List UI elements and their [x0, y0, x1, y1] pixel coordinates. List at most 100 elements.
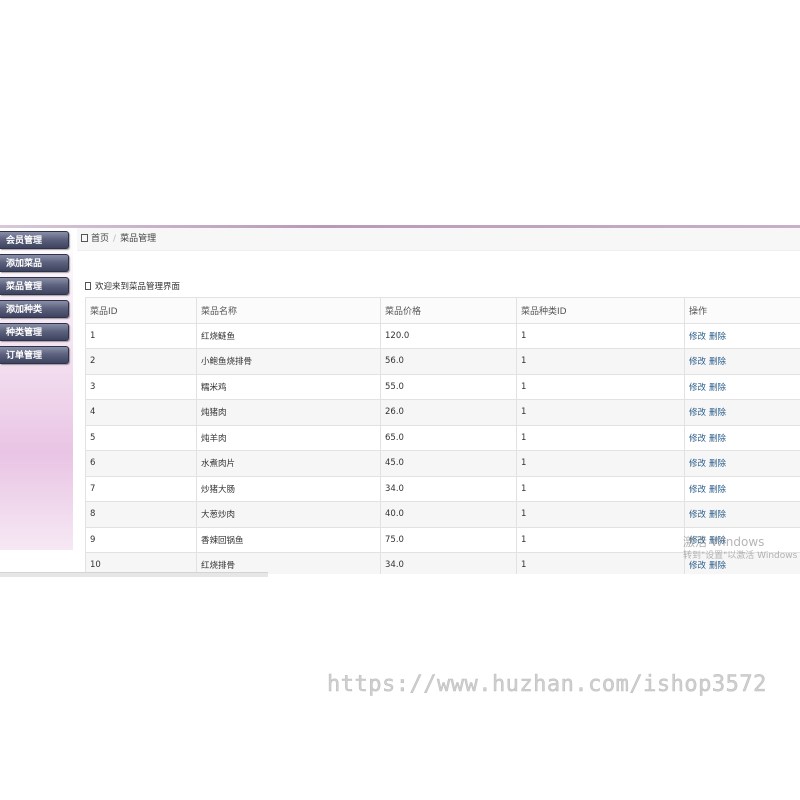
cell-dish-name: 炒猪大肠: [196, 475, 381, 502]
cell-actions: 修改 删除: [684, 475, 800, 502]
delete-link[interactable]: 删除: [709, 357, 726, 367]
windows-activation-notice: 激活 Windows 转到"设置"以激活 Windows: [683, 535, 797, 563]
sidebar-item-add-dish[interactable]: 添加菜品: [0, 254, 69, 272]
column-header-category-id: 菜品种类ID: [516, 297, 685, 324]
table-row: 1 红烧鲢鱼 120.0 1 修改 删除: [85, 322, 800, 349]
cell-dish-id: 2: [85, 348, 197, 375]
cell-actions: 修改 删除: [684, 348, 800, 375]
table-row: 5 炖羊肉 65.0 1 修改 删除: [85, 424, 800, 451]
cell-dish-id: 6: [85, 450, 197, 477]
edit-link[interactable]: 修改: [689, 485, 706, 495]
delete-link[interactable]: 删除: [709, 383, 726, 393]
breadcrumb-home-link[interactable]: 首页: [91, 234, 109, 244]
sidebar-item-order-management[interactable]: 订单管理: [0, 346, 69, 364]
table-row: 4 炖猪肉 26.0 1 修改 删除: [85, 399, 800, 426]
edit-link[interactable]: 修改: [689, 357, 706, 367]
breadcrumb-separator: /: [113, 234, 117, 244]
column-header-dish-price: 菜品价格: [380, 297, 517, 324]
cell-dish-name: 红烧排骨: [196, 552, 381, 574]
column-header-dish-id: 菜品ID: [85, 297, 197, 324]
cell-dish-name: 糯米鸡: [196, 373, 381, 400]
cell-dish-price: 65.0: [380, 424, 517, 451]
cell-actions: 修改 删除: [684, 450, 800, 477]
cell-dish-id: 5: [85, 424, 197, 451]
cell-actions: 修改 删除: [684, 501, 800, 528]
cell-dish-price: 56.0: [380, 348, 517, 375]
cell-dish-price: 34.0: [380, 475, 517, 502]
cell-dish-id: 1: [85, 322, 197, 349]
cell-dish-id: 4: [85, 399, 197, 426]
cell-dish-name: 香辣回锅鱼: [196, 526, 381, 553]
cell-category-id: 1: [516, 322, 685, 349]
cell-dish-name: 小鲍鱼烧排骨: [196, 348, 381, 375]
cell-category-id: 1: [516, 424, 685, 451]
delete-link[interactable]: 删除: [709, 434, 726, 444]
cell-actions: 修改 删除: [684, 373, 800, 400]
edit-link[interactable]: 修改: [689, 459, 706, 469]
sidebar: 会员管理 添加菜品 菜品管理 添加种类 种类管理 订单管理: [0, 228, 73, 550]
screenshot: 会员管理 添加菜品 菜品管理 添加种类 种类管理 订单管理 首页 / 菜品管理 欢迎…: [0, 0, 800, 800]
delete-link[interactable]: 删除: [709, 510, 726, 520]
cell-dish-name: 水煮肉片: [196, 450, 381, 477]
column-header-dish-name: 菜品名称: [196, 297, 381, 324]
cell-category-id: 1: [516, 552, 685, 574]
cell-dish-id: 8: [85, 501, 197, 528]
delete-link[interactable]: 删除: [709, 332, 726, 342]
edit-link[interactable]: 修改: [689, 383, 706, 393]
main-content: 首页 / 菜品管理 欢迎来到菜品管理界面 菜品ID 菜品名称 菜品价格 菜品种类ID…: [73, 228, 800, 574]
cell-dish-name: 炖猪肉: [196, 399, 381, 426]
breadcrumb: 首页 / 菜品管理: [77, 228, 800, 251]
cell-actions: 修改 删除: [684, 322, 800, 349]
edit-link[interactable]: 修改: [689, 408, 706, 418]
sidebar-item-dish-management[interactable]: 菜品管理: [0, 277, 69, 295]
edit-link[interactable]: 修改: [689, 332, 706, 342]
table-row: 7 炒猪大肠 34.0 1 修改 删除: [85, 475, 800, 502]
cell-dish-price: 120.0: [380, 322, 517, 349]
cell-dish-price: 45.0: [380, 450, 517, 477]
edit-link[interactable]: 修改: [689, 510, 706, 520]
cell-dish-id: 7: [85, 475, 197, 502]
table-header-row: 菜品ID 菜品名称 菜品价格 菜品种类ID 操作: [85, 297, 800, 324]
delete-link[interactable]: 删除: [709, 459, 726, 469]
column-header-actions: 操作: [684, 297, 800, 324]
delete-link[interactable]: 删除: [709, 485, 726, 495]
cell-dish-price: 34.0: [380, 552, 517, 574]
cell-dish-id: 10: [85, 552, 197, 574]
table-row: 8 大葱炒肉 40.0 1 修改 删除: [85, 501, 800, 528]
cell-actions: 修改 删除: [684, 399, 800, 426]
cell-dish-price: 75.0: [380, 526, 517, 553]
sidebar-item-add-category[interactable]: 添加种类: [0, 300, 69, 318]
dish-table: 菜品ID 菜品名称 菜品价格 菜品种类ID 操作 1 红烧鲢鱼 120.0 1 修改 删除…: [85, 297, 800, 574]
cell-actions: 修改 删除: [684, 424, 800, 451]
cell-dish-price: 55.0: [380, 373, 517, 400]
cell-category-id: 1: [516, 526, 685, 553]
table-row: 2 小鲍鱼烧排骨 56.0 1 修改 删除: [85, 348, 800, 375]
cell-dish-id: 9: [85, 526, 197, 553]
cell-dish-price: 26.0: [380, 399, 517, 426]
site-watermark: https://www.huzhan.com/ishop3572: [327, 672, 767, 698]
cell-dish-name: 红烧鲢鱼: [196, 322, 381, 349]
cell-category-id: 1: [516, 475, 685, 502]
sidebar-item-category-management[interactable]: 种类管理: [0, 323, 69, 341]
horizontal-scrollbar[interactable]: [0, 572, 268, 577]
activation-title: 激活 Windows: [683, 535, 765, 549]
cell-category-id: 1: [516, 450, 685, 477]
welcome-text: 欢迎来到菜品管理界面: [95, 282, 181, 292]
edit-link[interactable]: 修改: [689, 434, 706, 444]
delete-link[interactable]: 删除: [709, 408, 726, 418]
sidebar-item-member-management[interactable]: 会员管理: [0, 231, 69, 249]
table-row: 6 水煮肉片 45.0 1 修改 删除: [85, 450, 800, 477]
cell-category-id: 1: [516, 348, 685, 375]
activation-subtitle: 转到"设置"以激活 Windows: [683, 551, 798, 561]
home-icon: [81, 234, 88, 242]
cell-category-id: 1: [516, 501, 685, 528]
cell-dish-id: 3: [85, 373, 197, 400]
breadcrumb-current: 菜品管理: [120, 234, 157, 244]
cell-category-id: 1: [516, 399, 685, 426]
cell-category-id: 1: [516, 373, 685, 400]
cell-dish-name: 大葱炒肉: [196, 501, 381, 528]
cell-dish-name: 炖羊肉: [196, 424, 381, 451]
info-icon: [85, 282, 91, 290]
cell-dish-price: 40.0: [380, 501, 517, 528]
table-row: 3 糯米鸡 55.0 1 修改 删除: [85, 373, 800, 400]
